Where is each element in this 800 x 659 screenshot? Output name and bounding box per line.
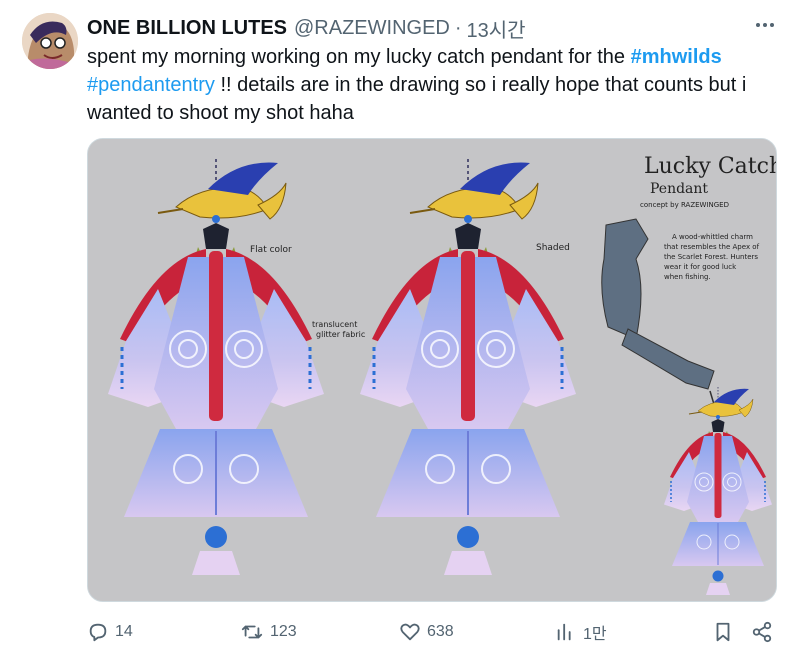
reply-button[interactable]: 14 xyxy=(87,616,133,648)
art-title-line2: Pendant xyxy=(650,181,708,197)
author-handle[interactable]: @RAZEWINGED xyxy=(294,17,450,40)
art-credit: concept by RAZEWINGED xyxy=(640,201,729,209)
action-bar: 14 123 638 1만 xyxy=(87,616,777,648)
label-shaded: Shaded xyxy=(536,243,570,253)
like-button[interactable]: 638 xyxy=(399,616,454,648)
art-desc-5: when fishing. xyxy=(664,273,711,281)
like-count: 638 xyxy=(427,623,454,640)
label-fabric-2: glitter fabric xyxy=(316,330,365,339)
repost-icon xyxy=(241,625,263,639)
bookmark-icon xyxy=(716,622,730,642)
views-button[interactable]: 1만 xyxy=(555,616,607,648)
art-title-line1: Lucky Catch xyxy=(644,154,777,179)
hashtag-pendantentry[interactable]: #pendantentry xyxy=(87,74,215,96)
avatar[interactable] xyxy=(22,13,78,69)
timestamp[interactable]: 13시간 xyxy=(467,14,526,43)
tweet-text-part1: spent my morning working on my lucky cat… xyxy=(87,46,631,68)
tweet-header: ONE BILLION LUTES @RAZEWINGED · 13시간 xyxy=(87,14,780,42)
bookmark-button[interactable] xyxy=(712,616,734,648)
label-fabric-1: translucent xyxy=(312,320,357,329)
views-count: 1만 xyxy=(583,626,607,643)
art-desc-3: the Scarlet Forest. Hunters xyxy=(664,253,758,261)
reply-count: 14 xyxy=(115,623,133,640)
repost-count: 123 xyxy=(270,623,297,640)
art-desc-2: that resembles the Apex of xyxy=(664,243,760,251)
art-desc-4: wear it for good luck xyxy=(664,263,737,271)
tweet-image[interactable]: Flat color Shaded translucent glitter fa… xyxy=(87,138,777,602)
views-icon xyxy=(557,623,571,641)
share-button[interactable] xyxy=(751,616,773,648)
share-icon xyxy=(752,621,772,643)
more-icon[interactable] xyxy=(754,14,776,36)
hashtag-mhwilds[interactable]: #mhwilds xyxy=(631,46,722,68)
tweet-text: spent my morning working on my lucky cat… xyxy=(87,43,777,127)
label-flat-color: Flat color xyxy=(250,245,292,255)
art-desc-1: A wood-whittled charm xyxy=(672,233,753,241)
author-name[interactable]: ONE BILLION LUTES xyxy=(87,17,287,40)
separator-dot: · xyxy=(454,16,462,39)
like-icon xyxy=(400,623,420,641)
repost-button[interactable]: 123 xyxy=(240,616,297,648)
reply-icon xyxy=(89,623,107,642)
